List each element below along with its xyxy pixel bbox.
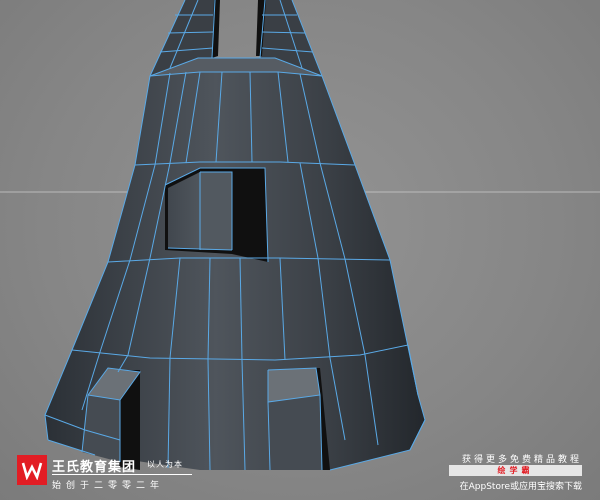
- brand-w-icon: [21, 462, 43, 480]
- brand-logo: [17, 455, 47, 485]
- promo-app-badge: 绘学霸: [449, 465, 582, 476]
- brand-name: 王氏教育集团: [52, 460, 137, 475]
- brand-tagline: 以人为本: [147, 460, 183, 469]
- brand-subline: 始创于二零零二年: [52, 481, 165, 491]
- cone-body-mesh: [45, 58, 425, 470]
- promo-headline: 获得更多免费精品教程: [461, 455, 582, 465]
- mesh-scene[interactable]: [0, 0, 600, 500]
- 3d-viewport[interactable]: 王氏教育集团 以人为本 始创于二零零二年 获得更多免费精品教程 绘学霸 在App…: [0, 0, 600, 500]
- brand-divider: [52, 474, 192, 475]
- promo-download-text: 在AppStore或应用宝搜索下载: [459, 482, 582, 492]
